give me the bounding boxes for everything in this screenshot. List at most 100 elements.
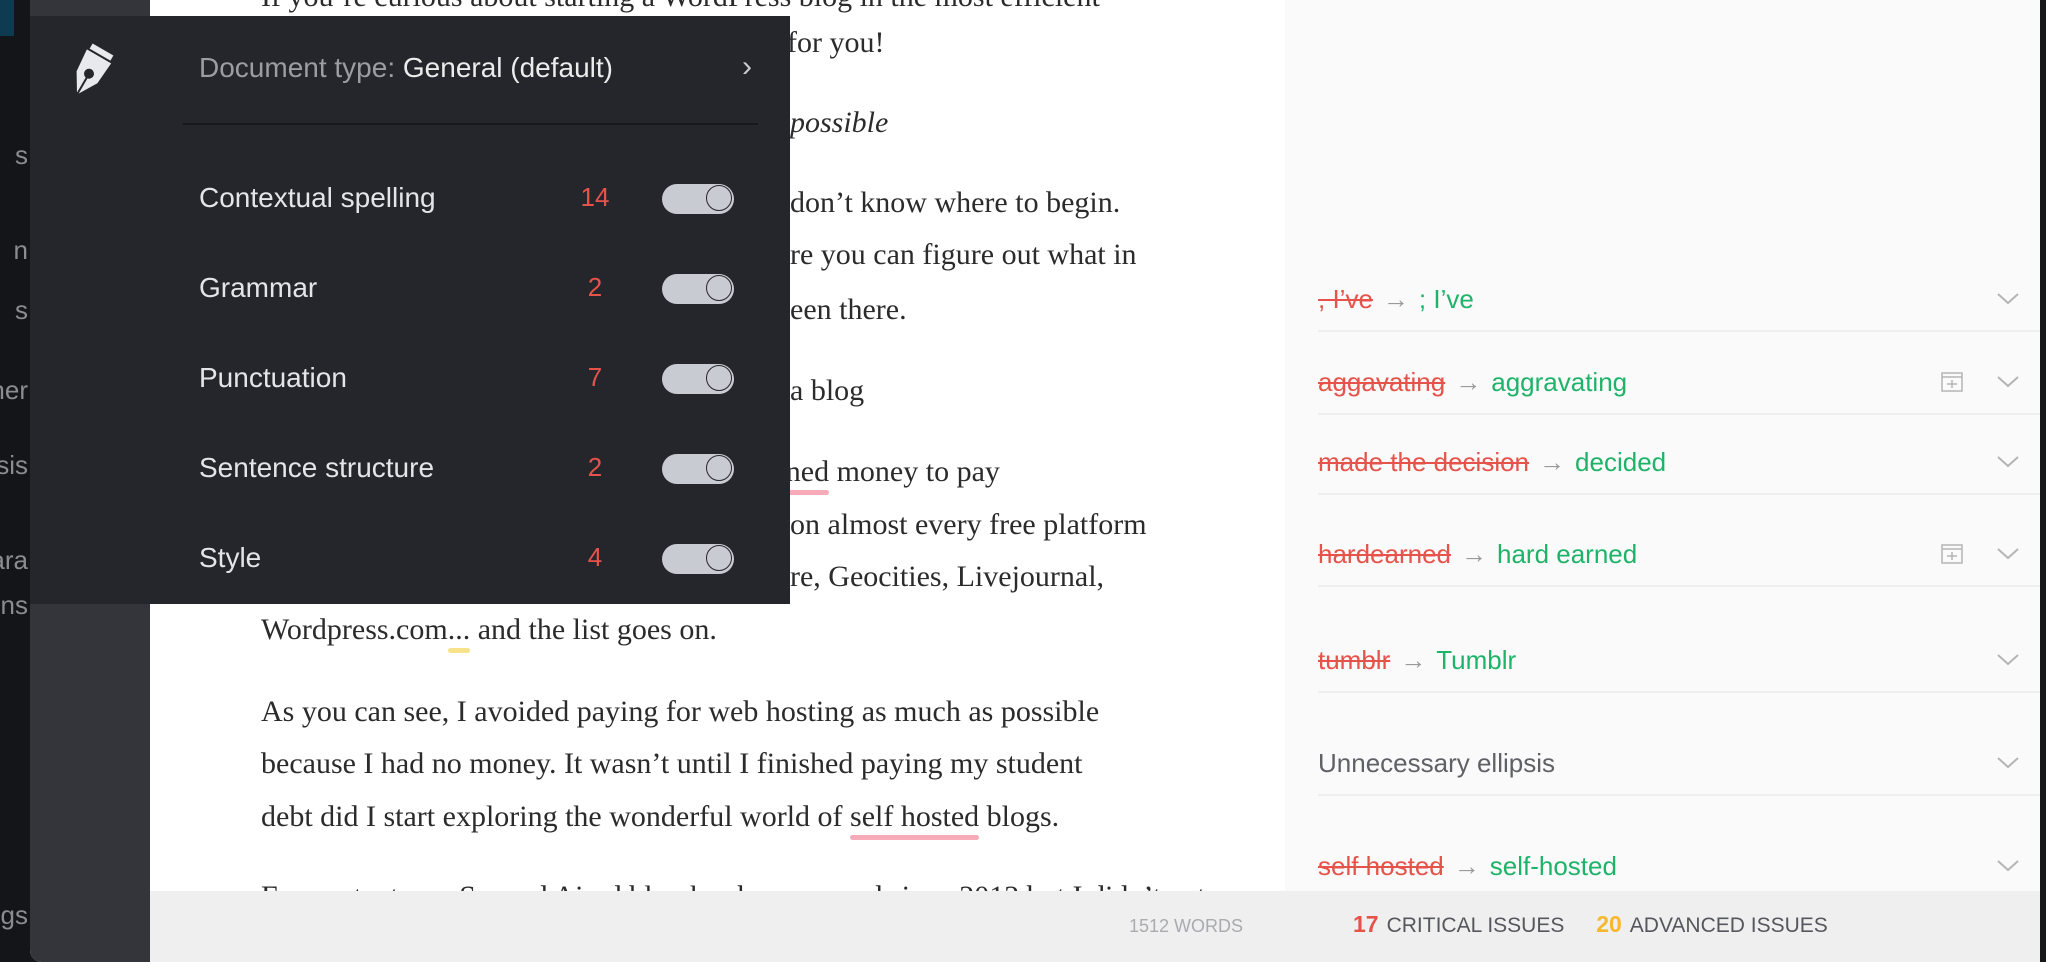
issue-card[interactable]: made the decision → decided	[1318, 443, 2040, 495]
add-to-dictionary-icon[interactable]	[1939, 541, 1965, 567]
category-count: 14	[580, 182, 610, 212]
suggestion-text[interactable]: aggravating	[1491, 367, 1627, 397]
settings-popup: Document type: General (default) › Conte…	[30, 16, 790, 604]
arrow-icon: →	[1461, 539, 1487, 569]
issue-text: aggavating → aggravating	[1318, 367, 1627, 398]
add-to-dictionary-icon[interactable]	[1939, 369, 1965, 395]
text-segment: If you’re curious about starting a WordP…	[261, 0, 1100, 13]
suggestion-text[interactable]: decided	[1575, 447, 1666, 477]
text-segment: debt did I start exploring the wonderful…	[261, 800, 851, 833]
critical-label[interactable]: CRITICAL ISSUES	[1387, 914, 1565, 937]
document-line: If you’re curious about starting a WordP…	[261, 0, 1100, 14]
category-row: Punctuation 7	[199, 360, 759, 400]
arrow-icon: →	[1539, 447, 1566, 477]
chevron-down-icon[interactable]	[1995, 647, 2021, 673]
advanced-count: 20	[1596, 911, 1622, 937]
category-count: 4	[587, 542, 603, 572]
chevron-right-icon[interactable]: ›	[742, 50, 752, 84]
category-toggle[interactable]	[662, 454, 734, 484]
background-text-fragment: s	[15, 295, 28, 325]
chevron-down-icon[interactable]	[1995, 750, 2021, 776]
category-toggle[interactable]	[662, 274, 734, 304]
chevron-down-icon[interactable]	[1995, 853, 2021, 879]
category-toggle[interactable]	[662, 184, 734, 214]
issue-summary: 17 CRITICAL ISSUES 20 ADVANCED ISSUES	[1353, 911, 1828, 938]
text-segment: a blog	[790, 374, 865, 407]
suggestion-text[interactable]: Tumblr	[1436, 645, 1516, 675]
flagged-word[interactable]: ...	[448, 613, 471, 646]
text-segment: on almost every free platform	[790, 508, 1147, 541]
toggle-knob	[706, 365, 732, 391]
word-count: 1512 WORDS	[1129, 916, 1244, 936]
text-segment: For context, my Second Aired blog has be…	[261, 880, 1205, 891]
category-row: Sentence structure 2	[199, 450, 759, 490]
text-segment: for you!	[787, 26, 885, 59]
document-line: debt did I start exploring the wonderful…	[261, 800, 1059, 834]
category-toggle[interactable]	[662, 544, 734, 574]
document-line: don’t know where to begin.	[790, 186, 1120, 220]
pen-nib-icon[interactable]	[30, 16, 150, 125]
text-segment: possible	[790, 106, 889, 139]
category-label: Grammar	[199, 272, 318, 303]
issue-card[interactable]: tumblr → Tumblr	[1318, 641, 2040, 693]
category-row: Grammar 2	[199, 270, 759, 310]
category-toggle[interactable]	[662, 364, 734, 394]
text-segment: een there.	[790, 293, 907, 326]
text-segment: As you can see, I avoided paying for web…	[261, 695, 1100, 728]
issue-text: self hosted → self-hosted	[1318, 851, 1617, 882]
document-line: re you can figure out what in	[790, 238, 1137, 272]
issue-text: , I’ve → ; I’ve	[1318, 284, 1474, 315]
document-line: a blog	[790, 374, 864, 408]
background-text-fragment: s	[15, 140, 28, 170]
issue-text: hardearned → hard earned	[1318, 539, 1637, 570]
issues-panel: , I’ve → ; I’ve aggavating → aggravating made …	[1285, 0, 2040, 899]
chevron-down-icon[interactable]	[1995, 449, 2021, 475]
toggle-knob	[706, 455, 732, 481]
background-text-fragment: sis	[0, 450, 28, 480]
toggle-knob	[706, 185, 732, 211]
flagged-word[interactable]: self hosted	[850, 800, 979, 833]
document-type-value: General (default)	[402, 52, 613, 83]
chevron-down-icon[interactable]	[1995, 369, 2021, 395]
arrow-icon: →	[1453, 851, 1480, 881]
document-type-label: Document type:	[199, 52, 396, 83]
toggle-knob	[706, 545, 732, 571]
background-text-fragment: gs	[0, 900, 28, 930]
issue-text: tumblr → Tumblr	[1318, 645, 1516, 676]
document-line: re, Geocities, Livejournal,	[790, 560, 1104, 594]
document-type-selector[interactable]: Document type: General (default)	[199, 52, 613, 84]
text-segment: money to pay	[829, 455, 1000, 488]
background-text-fragment: ns	[0, 590, 28, 620]
issue-title: Unnecessary ellipsis	[1318, 748, 1555, 778]
arrow-icon: →	[1455, 367, 1482, 397]
background-app-strip: snsnersisaransgs	[0, 0, 30, 962]
background-text-fragment: ara	[0, 545, 28, 575]
document-line: possible	[790, 106, 888, 140]
original-text: self hosted	[1318, 851, 1444, 881]
issue-card[interactable]: Unnecessary ellipsis	[1318, 744, 2040, 796]
document-line: Wordpress.com... and the list goes on.	[261, 613, 717, 647]
suggestion-text[interactable]: ; I’ve	[1419, 284, 1474, 314]
original-text: aggavating	[1318, 367, 1446, 397]
category-label: Sentence structure	[199, 452, 435, 483]
toggle-knob	[706, 275, 732, 301]
arrow-icon: →	[1382, 284, 1409, 314]
document-line: on almost every free platform	[790, 508, 1147, 542]
suggestion-text[interactable]: self-hosted	[1490, 851, 1617, 881]
status-bar: 1512 WORDS 17 CRITICAL ISSUES 20 ADVANCED …	[150, 891, 2040, 962]
document-line: een there.	[790, 293, 907, 327]
category-count: 2	[587, 272, 603, 302]
issue-card[interactable]: , I’ve → ; I’ve	[1318, 280, 2040, 332]
issue-card[interactable]: hardearned → hard earned	[1318, 535, 2040, 587]
chevron-down-icon[interactable]	[1995, 286, 2021, 312]
text-segment: re you can figure out what in	[790, 238, 1137, 271]
issue-card[interactable]: aggavating → aggravating	[1318, 363, 2040, 415]
critical-count: 17	[1353, 911, 1379, 937]
advanced-label[interactable]: ADVANCED ISSUES	[1630, 914, 1828, 937]
background-accent	[0, 0, 14, 36]
chevron-down-icon[interactable]	[1995, 541, 2021, 567]
original-text: hardearned	[1318, 539, 1451, 569]
category-count: 2	[587, 452, 603, 482]
suggestion-text[interactable]: hard earned	[1497, 539, 1637, 569]
text-segment: and the list goes on.	[470, 613, 717, 646]
